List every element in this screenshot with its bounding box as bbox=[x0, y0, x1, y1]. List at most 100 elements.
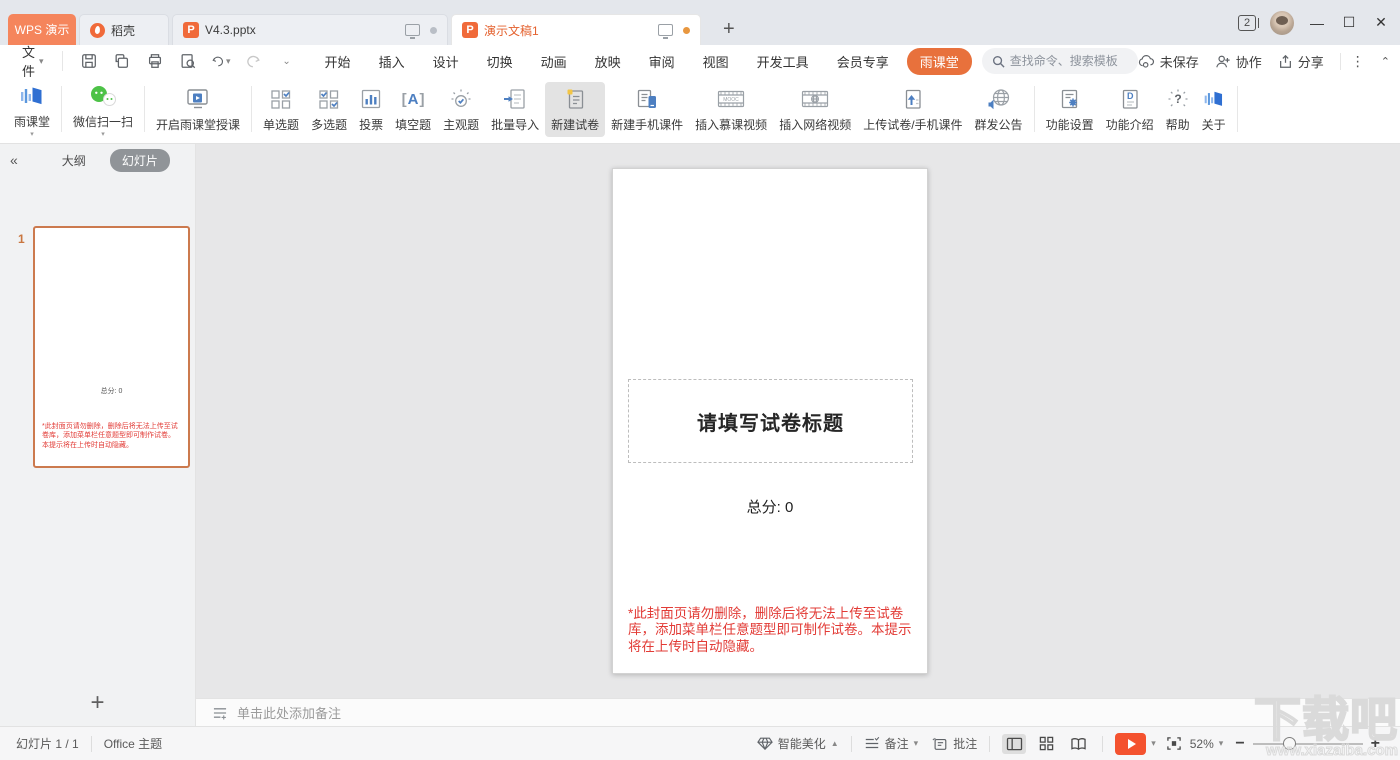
save-status[interactable]: 未保存 bbox=[1138, 52, 1199, 71]
output-icon[interactable] bbox=[112, 51, 132, 71]
slide-thumbnail-1[interactable]: 总分: 0 *此封面页请勿删除，删除后将无法上传至试卷库，添加菜单栏任意题型即可… bbox=[33, 226, 190, 468]
comments-label: 批注 bbox=[953, 737, 978, 751]
smart-beautify-button[interactable]: 智能美化 ▲ bbox=[756, 735, 839, 752]
paper-title-placeholder[interactable]: 请填写试卷标题 bbox=[628, 379, 913, 463]
comments-button[interactable]: 批注 bbox=[932, 735, 977, 752]
ribbon-button-fill-blank[interactable]: [A] 填空题 bbox=[389, 82, 437, 137]
menu-tab-view[interactable]: 视图 bbox=[689, 47, 743, 76]
print-icon[interactable] bbox=[145, 51, 165, 71]
menu-tab-slideshow[interactable]: 放映 bbox=[581, 47, 635, 76]
ribbon-button-announcement[interactable]: 群发公告 bbox=[969, 82, 1029, 137]
window-count-badge[interactable]: 2 bbox=[1238, 14, 1259, 31]
command-search[interactable] bbox=[981, 48, 1138, 74]
ribbon-button-about[interactable]: 关于 bbox=[1196, 82, 1232, 137]
ribbon-button-wechat-scan[interactable]: 微信扫一扫 ▾ bbox=[67, 79, 139, 140]
cloud-icon bbox=[1138, 55, 1154, 68]
ribbon-button-label: 主观题 bbox=[443, 117, 480, 132]
tab-document-v43[interactable]: P V4.3.pptx bbox=[172, 14, 448, 45]
command-search-input[interactable] bbox=[1009, 54, 1128, 68]
reading-view-button[interactable] bbox=[1066, 734, 1090, 754]
file-menu[interactable]: 文件 ▾ bbox=[22, 42, 44, 80]
tab-slides-active[interactable]: 幻灯片 bbox=[109, 148, 170, 172]
svg-text:D: D bbox=[1127, 91, 1134, 101]
close-button[interactable]: ✕ bbox=[1372, 14, 1390, 31]
menu-tab-review[interactable]: 审阅 bbox=[635, 47, 689, 76]
ribbon-button-label: 新建试卷 bbox=[551, 117, 600, 132]
slide-canvas[interactable]: 请填写试卷标题 总分: 0 *此封面页请勿删除，删除后将无法上传至试卷库，添加菜… bbox=[196, 144, 1400, 698]
notes-placeholder: 单击此处添加备注 bbox=[237, 706, 342, 721]
ppt-file-icon: P bbox=[183, 22, 199, 38]
ribbon-button-label: 批量导入 bbox=[491, 117, 540, 132]
menu-tab-home[interactable]: 开始 bbox=[311, 47, 365, 76]
maximize-button[interactable]: ☐ bbox=[1340, 14, 1358, 31]
zoom-slider-handle[interactable] bbox=[1282, 736, 1296, 750]
new-tab-button[interactable]: + bbox=[723, 19, 735, 39]
notes-lines-icon bbox=[865, 737, 879, 749]
single-choice-icon bbox=[269, 86, 293, 113]
collapse-ribbon-icon[interactable]: ⌃ bbox=[1381, 55, 1390, 68]
minimize-button[interactable]: — bbox=[1308, 15, 1326, 31]
ribbon-button-insert-mooc-video[interactable]: MOOC 插入慕课视频 bbox=[689, 82, 773, 137]
user-avatar[interactable] bbox=[1270, 10, 1294, 35]
ribbon-button-insert-web-video[interactable]: 插入网络视频 bbox=[773, 82, 857, 137]
add-slide-button[interactable]: + bbox=[90, 691, 104, 715]
undo-dropdown-icon[interactable]: ▾ bbox=[226, 56, 231, 67]
menu-tab-animation[interactable]: 动画 bbox=[527, 47, 581, 76]
zoom-level[interactable]: 52% ▾ bbox=[1190, 737, 1224, 751]
notes-bar[interactable]: 单击此处添加备注 bbox=[196, 698, 1400, 726]
menu-tab-member[interactable]: 会员专享 bbox=[823, 47, 903, 76]
menu-tab-developer[interactable]: 开发工具 bbox=[743, 47, 823, 76]
cover-warning-text[interactable]: *此封面页请勿删除，删除后将无法上传至试卷库，添加菜单栏任意题型即可制作试卷。本… bbox=[628, 606, 913, 655]
notes-toggle-button[interactable]: 备注 ▾ bbox=[864, 735, 918, 752]
ribbon-button-new-paper[interactable]: 新建试卷 bbox=[545, 81, 606, 137]
save-icon[interactable] bbox=[79, 51, 99, 71]
print-preview-icon[interactable] bbox=[178, 51, 198, 71]
ribbon-button-upload-paper[interactable]: 上传试卷/手机课件 bbox=[857, 82, 968, 137]
zoom-out-button[interactable]: − bbox=[1231, 735, 1248, 753]
ribbon-button-help[interactable]: ? 帮助 bbox=[1160, 82, 1196, 137]
ribbon-button-label: 关于 bbox=[1201, 117, 1226, 132]
tab-strip: WPS 演示 稻壳 P V4.3.pptx P 演示文稿1 + bbox=[0, 0, 735, 45]
ribbon-button-rain-classroom[interactable]: 雨课堂 ▾ bbox=[8, 79, 56, 140]
collapse-panel-icon[interactable]: « bbox=[10, 152, 18, 168]
ribbon-button-batch-import[interactable]: 批量导入 bbox=[485, 82, 545, 137]
theme-name[interactable]: Office 主题 bbox=[104, 735, 162, 752]
present-monitor-icon[interactable] bbox=[658, 24, 673, 39]
normal-view-button[interactable] bbox=[1002, 733, 1027, 754]
fit-to-window-button[interactable] bbox=[1166, 736, 1182, 751]
menu-tab-transition[interactable]: 切换 bbox=[473, 47, 527, 76]
ribbon-button-label: 插入慕课视频 bbox=[695, 117, 768, 132]
menu-tab-design[interactable]: 设计 bbox=[419, 47, 473, 76]
divider bbox=[1033, 86, 1035, 132]
total-score-text[interactable]: 总分: 0 bbox=[613, 496, 927, 517]
undo-icon[interactable]: ▾ bbox=[211, 51, 231, 71]
slideshow-play-button[interactable] bbox=[1115, 732, 1147, 755]
vote-chart-icon bbox=[359, 86, 383, 113]
ribbon-button-vote[interactable]: 投票 bbox=[353, 82, 389, 137]
menu-tab-insert[interactable]: 插入 bbox=[365, 47, 419, 76]
more-options-icon[interactable]: ⋮ bbox=[1339, 52, 1365, 70]
ribbon-button-feature-intro[interactable]: D 功能介绍 bbox=[1100, 82, 1160, 137]
ribbon-button-multi-choice[interactable]: 多选题 bbox=[305, 82, 353, 137]
ribbon-button-function-settings[interactable]: 功能设置 bbox=[1040, 82, 1100, 137]
collaborate-button[interactable]: 协作 bbox=[1215, 52, 1262, 71]
menu-tab-rain-classroom-active[interactable]: 雨课堂 bbox=[906, 47, 972, 75]
ribbon-button-subjective[interactable]: 主观题 bbox=[437, 82, 485, 137]
play-options-icon[interactable]: ▾ bbox=[1151, 738, 1156, 749]
tab-outline[interactable]: 大纲 bbox=[50, 149, 98, 172]
tab-document-current[interactable]: P 演示文稿1 bbox=[451, 14, 701, 45]
present-monitor-icon[interactable] bbox=[405, 24, 420, 39]
customize-quickbar-icon[interactable]: ⌄ bbox=[277, 51, 297, 71]
ribbon-button-new-mobile-courseware[interactable]: 新建手机课件 bbox=[605, 82, 689, 137]
tab-docer[interactable]: 稻壳 bbox=[79, 14, 169, 45]
slide-sorter-view-button[interactable] bbox=[1034, 734, 1058, 754]
help-icon: ? bbox=[1166, 86, 1190, 113]
divider bbox=[90, 735, 92, 752]
ribbon-button-single-choice[interactable]: 单选题 bbox=[257, 82, 305, 137]
ribbon-button-start-teaching[interactable]: 开启雨课堂授课 bbox=[150, 82, 246, 137]
slide-page[interactable]: 请填写试卷标题 总分: 0 *此封面页请勿删除，删除后将无法上传至试卷库，添加菜… bbox=[612, 168, 928, 674]
zoom-slider[interactable] bbox=[1252, 736, 1363, 750]
zoom-in-button[interactable]: + bbox=[1367, 735, 1384, 753]
wps-home-tab[interactable]: WPS 演示 bbox=[8, 14, 76, 45]
share-button[interactable]: 分享 bbox=[1278, 52, 1324, 71]
